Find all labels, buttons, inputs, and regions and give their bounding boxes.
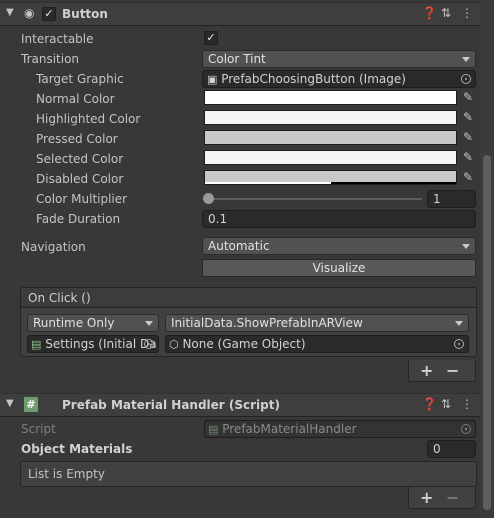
script-label: Script: [21, 422, 56, 436]
event-argument-field[interactable]: ⬡ None (Game Object): [165, 335, 469, 353]
script-icon: ▤: [31, 338, 42, 351]
help-icon[interactable]: ❓: [422, 397, 437, 411]
object-materials-list: List is Empty: [20, 461, 477, 487]
remove-item-button[interactable]: −: [446, 488, 459, 507]
preset-icon[interactable]: ⇅: [441, 6, 451, 20]
function-value: InitialData.ShowPrefabInARView: [171, 316, 363, 330]
button-component-icon: ◉: [24, 6, 35, 20]
help-icon[interactable]: ❓: [422, 6, 437, 20]
event-add-remove-bar: + −: [408, 360, 476, 382]
prefab-component-header[interactable]: ▼ # Prefab Material Handler (Script) ❓ ⇅…: [0, 393, 480, 417]
script-value: PrefabMaterialHandler: [222, 422, 357, 436]
event-target-object-field[interactable]: ▤ Settings (Initial Da: [27, 335, 159, 353]
color-multiplier-input[interactable]: 1: [427, 190, 476, 208]
foldout-arrow-icon[interactable]: ▼: [6, 7, 14, 18]
chevron-down-icon: [455, 321, 463, 326]
transition-label: Transition: [21, 52, 80, 66]
navigation-label: Navigation: [21, 240, 86, 254]
target-graphic-field[interactable]: ▣ PrefabChoosingButton (Image): [202, 70, 476, 88]
context-menu-icon[interactable]: ⋮: [461, 6, 473, 20]
eyedropper-icon[interactable]: ✎: [460, 129, 476, 145]
navigation-dropdown[interactable]: Automatic: [202, 237, 476, 255]
context-menu-icon[interactable]: ⋮: [461, 397, 473, 411]
object-materials-label: Object Materials: [21, 442, 133, 456]
preset-icon[interactable]: ⇅: [441, 397, 451, 411]
pressed-color-label: Pressed Color: [36, 132, 118, 146]
event-argument-value: None (Game Object): [182, 337, 306, 351]
object-picker-icon[interactable]: [144, 339, 154, 349]
foldout-arrow-icon[interactable]: ▼: [6, 398, 14, 409]
chevron-down-icon: [462, 244, 470, 249]
highlighted-color-swatch[interactable]: [204, 110, 457, 125]
eyedropper-icon[interactable]: ✎: [460, 149, 476, 165]
fade-duration-input[interactable]: 0.1: [202, 210, 476, 228]
slider-track[interactable]: [206, 198, 422, 200]
object-picker-icon: [461, 424, 471, 434]
list-empty-text: List is Empty: [28, 467, 105, 481]
component-enabled-checkbox[interactable]: ✓: [42, 7, 56, 21]
object-picker-icon[interactable]: [461, 74, 471, 84]
script-icon: ▤: [208, 423, 219, 436]
runtime-value: Runtime Only: [33, 316, 115, 330]
runtime-dropdown[interactable]: Runtime Only: [27, 314, 159, 332]
transition-dropdown[interactable]: Color Tint: [202, 50, 476, 68]
script-field: ▤ PrefabMaterialHandler: [204, 420, 476, 438]
eyedropper-icon[interactable]: ✎: [460, 109, 476, 125]
slider-thumb[interactable]: [203, 193, 214, 204]
image-icon: ▣: [207, 73, 218, 86]
on-click-title: On Click (): [28, 291, 91, 305]
function-dropdown[interactable]: InitialData.ShowPrefabInARView: [165, 314, 469, 332]
disabled-color-label: Disabled Color: [36, 172, 124, 186]
chevron-down-icon: [462, 57, 470, 62]
selected-color-swatch[interactable]: [204, 150, 457, 165]
alpha-bar-black: [331, 182, 456, 184]
navigation-value: Automatic: [208, 239, 270, 253]
disabled-color-swatch[interactable]: [204, 170, 457, 185]
scrollbar-thumb[interactable]: [483, 155, 491, 510]
pressed-color-swatch[interactable]: [204, 130, 457, 145]
event-target-object-value: Settings (Initial Da: [45, 337, 157, 351]
interactable-label: Interactable: [21, 32, 94, 46]
selected-color-label: Selected Color: [36, 152, 124, 166]
highlighted-color-label: Highlighted Color: [36, 112, 141, 126]
cube-icon: ⬡: [169, 338, 179, 351]
normal-color-label: Normal Color: [36, 92, 115, 106]
alpha-bar-white: [205, 182, 331, 184]
target-graphic-label: Target Graphic: [36, 72, 124, 86]
list-add-remove-bar: + −: [408, 487, 476, 509]
chevron-down-icon: [145, 321, 153, 326]
eyedropper-icon[interactable]: ✎: [460, 169, 476, 185]
component-title: Button: [62, 7, 108, 21]
add-event-button[interactable]: +: [420, 361, 433, 380]
visualize-button[interactable]: Visualize: [202, 259, 476, 277]
interactable-checkbox[interactable]: ✓: [204, 31, 218, 45]
button-component-header[interactable]: ▼ ◉ ✓ Button ❓ ⇅ ⋮: [0, 2, 480, 26]
remove-event-button[interactable]: −: [446, 361, 459, 380]
object-materials-count[interactable]: 0: [427, 440, 476, 458]
component-title: Prefab Material Handler (Script): [62, 398, 280, 412]
script-icon: #: [24, 397, 38, 412]
normal-color-swatch[interactable]: [204, 90, 457, 105]
color-multiplier-label: Color Multiplier: [36, 192, 128, 206]
transition-value: Color Tint: [208, 52, 266, 66]
object-picker-icon[interactable]: [454, 339, 464, 349]
on-click-header: On Click (): [21, 288, 476, 308]
add-item-button[interactable]: +: [420, 488, 433, 507]
eyedropper-icon[interactable]: ✎: [460, 89, 476, 105]
fade-duration-label: Fade Duration: [36, 212, 121, 226]
target-graphic-value: PrefabChoosingButton (Image): [221, 72, 406, 86]
